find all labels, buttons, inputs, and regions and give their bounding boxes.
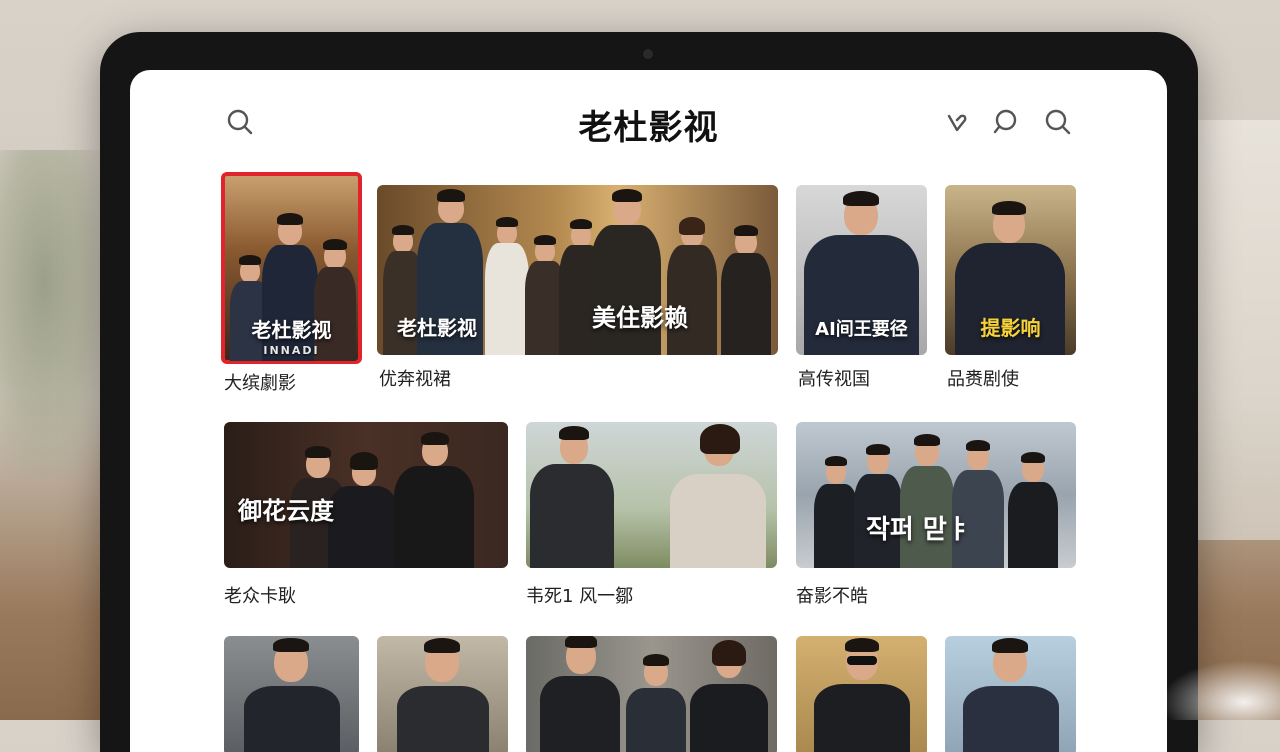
movie-poster[interactable]: AI间王要径: [796, 185, 927, 355]
movie-card[interactable]: [224, 636, 359, 752]
movie-caption[interactable]: 韦死1 风一鄒: [526, 582, 633, 608]
movie-poster[interactable]: 提影响: [945, 185, 1076, 355]
tablet-frame: 老杜影视 老杜影视 INNADI 大缤劇影 老杜影视 美住影赖 优奔视裙 AI间…: [100, 32, 1198, 752]
poster-title-secondary: 美住影赖: [592, 304, 688, 332]
movie-card[interactable]: 老杜影视 INNADI 大缤劇影: [221, 172, 362, 397]
movie-card[interactable]: 提影响 品赉剧使: [945, 185, 1076, 397]
poster-title: 老杜影视: [251, 318, 332, 342]
movie-poster[interactable]: [526, 636, 777, 752]
corner-glare: [1160, 660, 1280, 720]
movie-poster[interactable]: 작퍼 맏ㅑ: [796, 422, 1076, 568]
poster-subtitle: INNADI: [263, 344, 320, 357]
movie-card[interactable]: 韦死1 风一鄒: [526, 422, 777, 612]
poster-title: AI间王要径: [815, 319, 908, 340]
movie-card[interactable]: [377, 636, 508, 752]
movie-caption[interactable]: 优奔视裙: [379, 365, 451, 391]
movie-caption[interactable]: 奋影不皓: [796, 582, 868, 608]
movie-card[interactable]: AI间王要径 高传视国: [796, 185, 927, 397]
movie-card[interactable]: 작퍼 맏ㅑ 奋影不皓: [796, 422, 1076, 612]
movie-caption[interactable]: 品赉剧使: [947, 365, 1019, 391]
movie-card[interactable]: [796, 636, 927, 752]
chat-icon[interactable]: [989, 106, 1021, 138]
movie-poster[interactable]: [377, 636, 508, 752]
movie-poster[interactable]: [224, 636, 359, 752]
movie-card[interactable]: [526, 636, 777, 752]
movie-caption[interactable]: 老众卡耿: [224, 582, 296, 608]
movie-card[interactable]: 老杜影视 美住影赖 优奔视裙: [377, 185, 778, 397]
poster-title: 작퍼 맏ㅑ: [866, 515, 971, 545]
heart-icon[interactable]: [941, 106, 973, 138]
movie-poster[interactable]: [526, 422, 777, 568]
movie-poster[interactable]: 老杜影视 INNADI: [221, 172, 362, 364]
movie-card[interactable]: [945, 636, 1076, 752]
top-bar: 老杜影视: [130, 70, 1167, 160]
background-wall: [1190, 120, 1280, 540]
poster-title: 提影响: [980, 316, 1041, 340]
background-plant: [0, 150, 110, 480]
movie-poster[interactable]: 老杜影视 美住影赖: [377, 185, 778, 355]
poster-title: 御花云度: [238, 497, 334, 525]
app-screen: 老杜影视 老杜影视 INNADI 大缤劇影 老杜影视 美住影赖 优奔视裙 AI间…: [130, 70, 1167, 752]
movie-poster[interactable]: 御花云度: [224, 422, 508, 568]
search-icon[interactable]: [1042, 106, 1074, 138]
poster-title: 老杜影视: [397, 316, 477, 340]
movie-poster[interactable]: [796, 636, 927, 752]
movie-caption[interactable]: 大缤劇影: [224, 369, 296, 395]
movie-poster[interactable]: [945, 636, 1076, 752]
front-camera: [643, 49, 653, 59]
movie-card[interactable]: 御花云度 老众卡耿: [224, 422, 508, 612]
movie-caption[interactable]: 高传视国: [798, 365, 870, 391]
